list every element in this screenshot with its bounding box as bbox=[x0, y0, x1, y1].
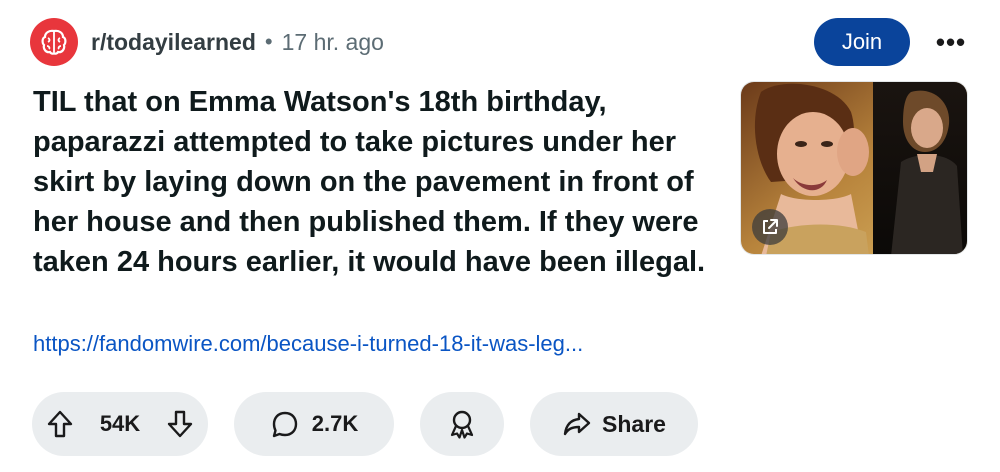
subreddit-avatar[interactable] bbox=[30, 18, 78, 66]
external-link-badge[interactable] bbox=[752, 209, 788, 245]
subreddit-name[interactable]: r/todayilearned bbox=[91, 29, 256, 56]
arrow-up-icon[interactable] bbox=[46, 409, 74, 439]
share-label: Share bbox=[602, 410, 666, 437]
more-icon: ••• bbox=[935, 26, 967, 57]
share-button[interactable]: Share bbox=[530, 392, 698, 456]
post-header: r/todayilearned • 17 hr. ago Join ••• bbox=[30, 18, 970, 66]
post-actions: 54K 2.7K Share bbox=[32, 392, 724, 456]
award-button[interactable] bbox=[420, 392, 504, 456]
post-link[interactable]: https://fandomwire.com/because-i-turned-… bbox=[33, 331, 583, 357]
comments-button[interactable]: 2.7K bbox=[234, 392, 394, 456]
award-ribbon-icon bbox=[447, 408, 477, 440]
post-time: 17 hr. ago bbox=[281, 28, 384, 55]
post-thumbnail[interactable] bbox=[740, 81, 968, 255]
speech-bubble-icon bbox=[270, 409, 300, 439]
share-arrow-icon bbox=[562, 410, 592, 438]
external-link-icon bbox=[760, 217, 780, 237]
brain-icon bbox=[38, 26, 70, 58]
vote-count: 54K bbox=[99, 411, 141, 436]
join-button[interactable]: Join bbox=[814, 18, 910, 66]
meta-separator: • bbox=[264, 29, 273, 54]
post-title[interactable]: TIL that on Emma Watson's 18th birthday,… bbox=[33, 82, 733, 282]
more-options-button[interactable]: ••• bbox=[932, 18, 970, 66]
arrow-down-icon[interactable] bbox=[166, 409, 194, 439]
vote-control: 54K bbox=[32, 392, 208, 456]
comment-count: 2.7K bbox=[311, 411, 359, 436]
